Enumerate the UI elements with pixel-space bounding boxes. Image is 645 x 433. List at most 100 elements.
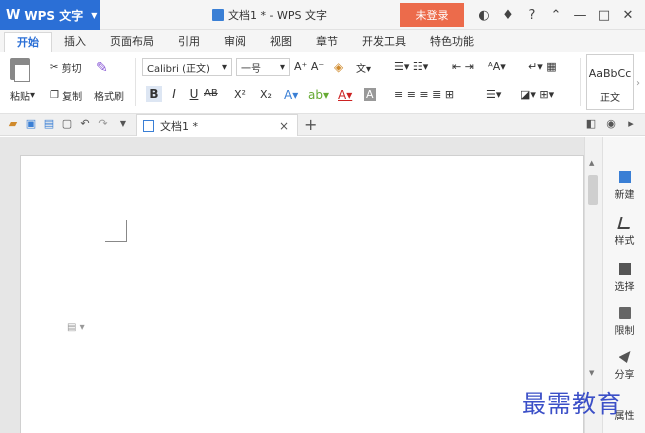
cloud-icon[interactable]: ◉ bbox=[604, 117, 618, 131]
minimize-button[interactable]: — bbox=[568, 8, 592, 23]
document-icon bbox=[212, 9, 224, 21]
select-icon bbox=[618, 263, 631, 275]
close-icon[interactable]: × bbox=[279, 119, 289, 133]
watermark: 最需教育 bbox=[522, 390, 622, 418]
window-title: 文档1 * - WPS 文字 bbox=[212, 0, 327, 30]
font-grow-button[interactable]: A⁺ A⁻ bbox=[294, 60, 324, 73]
bold-button[interactable]: B bbox=[146, 86, 162, 102]
settings-icon[interactable]: ▸ bbox=[624, 117, 638, 131]
indent-icon[interactable]: ⇤ ⇥ bbox=[452, 60, 474, 73]
superscript-button[interactable]: X² bbox=[234, 88, 246, 101]
shading-icon[interactable]: ◪▾ ⊞▾ bbox=[520, 88, 554, 101]
font-family-select[interactable]: Calibri (正文) ▾ bbox=[142, 58, 232, 76]
paste-options-icon[interactable]: ▤ ▾ bbox=[67, 322, 85, 333]
collapse-ribbon-icon[interactable]: ⌃ bbox=[544, 8, 568, 23]
chevron-down-icon: ▼ bbox=[91, 10, 98, 20]
login-button[interactable]: 未登录 bbox=[400, 3, 464, 27]
chevron-down-icon: ▾ bbox=[279, 61, 285, 73]
divider bbox=[580, 58, 581, 106]
paste-button[interactable]: 粘贴 ▾ bbox=[10, 88, 35, 103]
phonetic-guide-icon[interactable]: 文▾ bbox=[356, 60, 371, 75]
tab-page-layout[interactable]: 页面布局 bbox=[98, 32, 166, 52]
subscript-button[interactable]: X₂ bbox=[260, 88, 272, 101]
chevron-down-icon: ▾ bbox=[221, 61, 227, 73]
document-tab-label: 文档1 * bbox=[160, 119, 198, 133]
window-title-text: 文档1 * - WPS 文字 bbox=[228, 9, 327, 22]
char-shading-icon[interactable]: A bbox=[364, 88, 376, 101]
share-icon bbox=[618, 351, 631, 363]
print-preview-icon[interactable]: ▢ bbox=[60, 117, 74, 131]
shirt-icon[interactable]: ♦ bbox=[496, 8, 520, 23]
undo-icon[interactable]: ↶ bbox=[78, 117, 92, 131]
skin-icon[interactable]: ◐ bbox=[472, 8, 496, 23]
ribbon: 粘贴 ▾ ✂ 剪切 ❐ 复制 ✎ 格式刷 Calibri (正文) ▾ 一号 ▾ A⁺… bbox=[0, 52, 645, 114]
style-gallery-normal[interactable]: AaBbCc 正文 bbox=[586, 54, 634, 110]
document-tab[interactable]: 文档1 * × bbox=[136, 114, 298, 136]
tab-section[interactable]: 章节 bbox=[304, 32, 350, 52]
tab-insert[interactable]: 插入 bbox=[52, 32, 98, 52]
style-icon bbox=[616, 217, 633, 229]
app-name: WPS 文字 bbox=[24, 8, 84, 23]
close-button[interactable]: ✕ bbox=[616, 8, 640, 23]
underline-button[interactable]: U bbox=[186, 86, 202, 102]
save-icon[interactable]: ▣ bbox=[24, 117, 38, 131]
format-painter-icon[interactable]: ✎ bbox=[96, 60, 108, 76]
italic-button[interactable]: I bbox=[166, 86, 182, 102]
document-icon bbox=[143, 119, 154, 132]
tab-references[interactable]: 引用 bbox=[166, 32, 212, 52]
paste-icon[interactable] bbox=[10, 58, 30, 82]
font-color-icon[interactable]: A▾ bbox=[338, 88, 352, 102]
sidebar-item-share[interactable]: 分享 bbox=[603, 351, 645, 381]
scissors-icon: ✂ bbox=[50, 62, 62, 73]
sidebar-item-select[interactable]: 选择 bbox=[603, 263, 645, 293]
lock-icon bbox=[618, 307, 631, 319]
sidebar-item-new[interactable]: 新建 bbox=[603, 171, 645, 201]
window-controls: ◐ ♦ ? ⌃ — □ ✕ bbox=[472, 0, 640, 30]
text-effect-icon[interactable]: A▾ bbox=[284, 88, 298, 102]
paragraph-mark-icon[interactable]: ↵▾ ▦ bbox=[528, 60, 557, 73]
divider bbox=[135, 58, 136, 106]
help-icon[interactable]: ? bbox=[520, 8, 544, 23]
redo-icon[interactable]: ↷ bbox=[96, 117, 110, 131]
new-doc-icon bbox=[618, 171, 631, 183]
tab-developer[interactable]: 开发工具 bbox=[350, 32, 418, 52]
chevron-down-icon[interactable]: ▼ bbox=[116, 117, 130, 131]
format-painter-button[interactable]: 格式刷 bbox=[94, 88, 124, 103]
window-layout-icon[interactable]: ◧ bbox=[584, 117, 598, 131]
copy-button[interactable]: ❐ 复制 bbox=[50, 88, 82, 103]
align-icons[interactable]: ≡ ≡ ≡ ≣ ⊞ bbox=[394, 88, 454, 101]
scroll-up-icon[interactable]: ▲ bbox=[589, 159, 594, 167]
tab-start[interactable]: 开始 bbox=[4, 32, 52, 52]
chevron-right-icon[interactable]: › bbox=[636, 78, 640, 89]
tab-review[interactable]: 审阅 bbox=[212, 32, 258, 52]
sidebar-item-limit[interactable]: 限制 bbox=[603, 307, 645, 337]
open-folder-icon[interactable]: ▰ bbox=[6, 117, 20, 131]
tab-features[interactable]: 特色功能 bbox=[418, 32, 486, 52]
text-direction-icon[interactable]: ᴬA▾ bbox=[488, 60, 506, 73]
strikethrough-button[interactable]: AB bbox=[204, 88, 218, 99]
line-spacing-icon[interactable]: ☰▾ bbox=[486, 88, 501, 101]
scroll-down-icon[interactable]: ▼ bbox=[589, 369, 594, 377]
clear-format-icon[interactable]: ◈ bbox=[334, 60, 343, 74]
new-tab-button[interactable]: + bbox=[304, 114, 317, 136]
maximize-button[interactable]: □ bbox=[592, 8, 616, 23]
wps-logo-icon: W bbox=[6, 7, 21, 23]
document-workspace: ▤ ▾ bbox=[0, 137, 584, 433]
margin-corner-mark bbox=[105, 220, 127, 242]
quick-access-toolbar: ▰ ▣ ▤ ▢ ↶ ↷ ▼ ◧ ◉ ▸ bbox=[0, 114, 645, 136]
scrollbar-thumb[interactable] bbox=[588, 175, 598, 205]
print-icon[interactable]: ▤ bbox=[42, 117, 56, 131]
highlight-icon[interactable]: ab▾ bbox=[308, 88, 329, 102]
bullets-icon[interactable]: ☰▾ ☷▾ bbox=[394, 60, 428, 73]
app-menu-button[interactable]: W WPS 文字 ▼ bbox=[0, 0, 100, 30]
document-page[interactable]: ▤ ▾ bbox=[20, 155, 584, 433]
sidebar-item-style[interactable]: 样式 bbox=[603, 217, 645, 247]
copy-icon: ❐ bbox=[50, 90, 63, 101]
style-name: 正文 bbox=[600, 93, 620, 104]
font-size-select[interactable]: 一号 ▾ bbox=[236, 58, 290, 76]
title-bar: W WPS 文字 ▼ 文档1 * - WPS 文字 未登录 ◐ ♦ ? ⌃ — … bbox=[0, 0, 645, 30]
style-sample: AaBbCc bbox=[588, 67, 632, 80]
cut-button[interactable]: ✂ 剪切 bbox=[50, 60, 82, 75]
ribbon-tab-bar: 开始 插入 页面布局 引用 审阅 视图 章节 开发工具 特色功能 bbox=[0, 30, 645, 52]
tab-view[interactable]: 视图 bbox=[258, 32, 304, 52]
